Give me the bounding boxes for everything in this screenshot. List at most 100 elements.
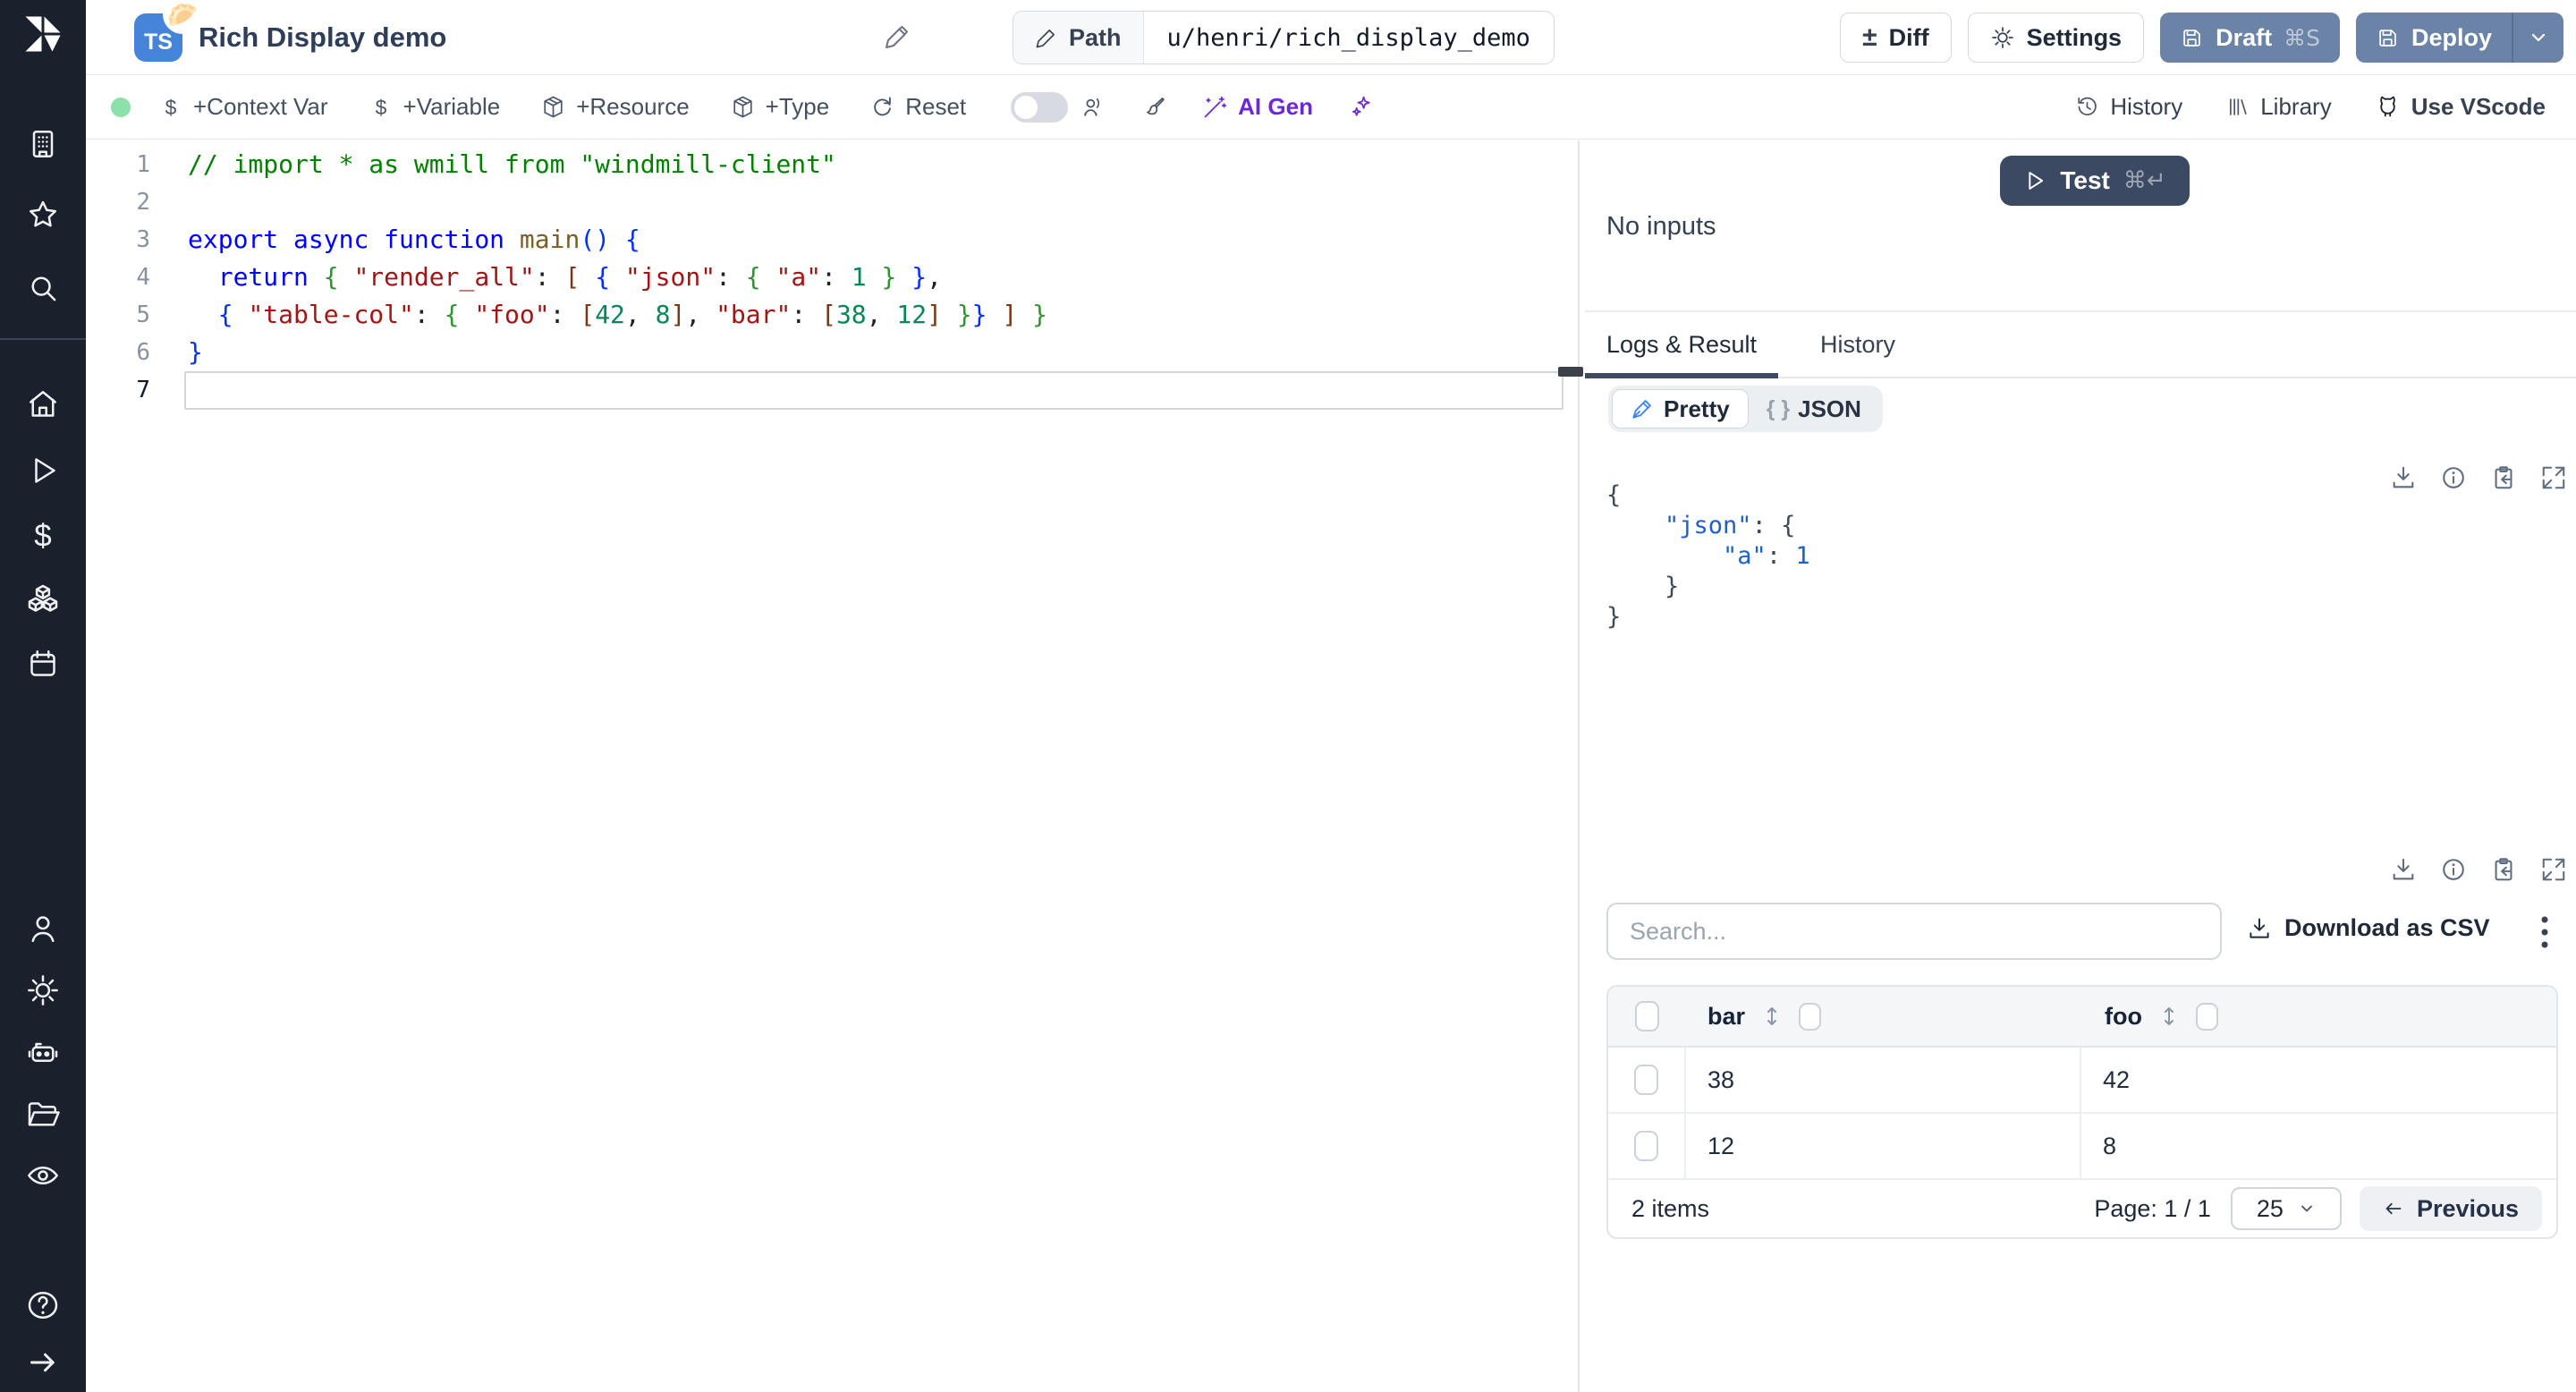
code-line: export async function main() {: [188, 225, 640, 254]
pen-tool-icon: [1632, 400, 1651, 419]
horizontal-pane-divider[interactable]: [1585, 310, 2576, 312]
person-broadcast-icon: [1084, 98, 1100, 116]
sort-updown-icon[interactable]: [2158, 1006, 2180, 1027]
path-value[interactable]: u/henri/rich_display_demo: [1144, 12, 1554, 64]
building-icon[interactable]: [25, 126, 61, 162]
left-sidebar: $: [0, 0, 86, 1392]
format-code-button[interactable]: [1141, 95, 1166, 120]
editor-toolbar: $ +Context Var $ +Variable +Resource +Ty…: [86, 75, 2576, 140]
play-icon: [2029, 172, 2044, 190]
workers-robot-icon[interactable]: [25, 1035, 61, 1071]
package-box-icon: [733, 96, 752, 118]
library-button[interactable]: Library: [2225, 93, 2332, 121]
row-checkbox[interactable]: [1634, 1065, 1658, 1095]
add-variable-button[interactable]: $ +Variable: [369, 93, 500, 121]
dollar-icon: $: [375, 96, 386, 119]
variables-dollar-icon[interactable]: $: [25, 517, 61, 554]
info-icon[interactable]: [2440, 464, 2467, 491]
edit-title-pencil-icon[interactable]: [882, 23, 911, 52]
pretty-view-button[interactable]: Pretty: [1612, 389, 1749, 429]
page-size-select[interactable]: 25: [2230, 1187, 2342, 1230]
column-header-bar[interactable]: bar: [1707, 1003, 1745, 1031]
audit-eye-icon[interactable]: [25, 1158, 61, 1193]
help-question-icon[interactable]: [25, 1287, 61, 1323]
reset-button[interactable]: Reset: [870, 93, 966, 121]
diff-mode-toggle[interactable]: [1011, 91, 1069, 123]
star-favorites-icon[interactable]: [25, 198, 61, 233]
select-all-checkbox[interactable]: [1635, 1001, 1659, 1031]
download-icon[interactable]: [2390, 856, 2417, 883]
result-view-toggle: Pretty { } JSON: [1608, 386, 1883, 432]
tab-history[interactable]: History: [1778, 314, 1937, 378]
expand-arrow-right-icon[interactable]: [25, 1345, 61, 1380]
search-input[interactable]: [1606, 903, 2222, 960]
add-type-button[interactable]: +Type: [731, 93, 829, 121]
deploy-dropdown-caret[interactable]: [2513, 13, 2563, 63]
search-icon[interactable]: [25, 270, 61, 306]
add-context-var-button[interactable]: $ +Context Var: [159, 93, 328, 121]
sidebar-divider: [0, 338, 86, 340]
ai-gen-button[interactable]: AI Gen: [1202, 93, 1313, 121]
result-tabs: Logs & Result History: [1585, 314, 2576, 378]
tab-logs-and-result[interactable]: Logs & Result: [1585, 314, 1778, 378]
deploy-main[interactable]: Deploy: [2356, 13, 2512, 63]
code-editor[interactable]: 1 2 3 4 5 6 7 // import * as wmill from "windm…: [86, 140, 1578, 1392]
settings-gear-icon[interactable]: [25, 972, 61, 1008]
use-vscode-button[interactable]: Use VScode: [2375, 93, 2546, 121]
copy-to-clipboard-icon[interactable]: [2490, 856, 2517, 883]
code-line: }: [188, 337, 203, 367]
diff-button[interactable]: ± Diff: [1840, 13, 1952, 63]
chevron-down-icon: [2531, 33, 2546, 42]
json-view-button[interactable]: { } JSON: [1749, 389, 1879, 429]
resources-cubes-icon[interactable]: [25, 581, 61, 617]
arrow-left-icon: [2385, 1202, 2402, 1215]
table-footer: 2 items Page: 1 / 1 25 Previous: [1608, 1180, 2556, 1237]
table-row: 12 8: [1608, 1114, 2556, 1180]
test-button[interactable]: Test ⌘↵: [2000, 156, 2190, 206]
column-header-foo[interactable]: foo: [2105, 1003, 2142, 1031]
settings-button[interactable]: Settings: [1967, 13, 2145, 63]
splitter-drag-handle[interactable]: [1558, 367, 1583, 377]
previous-page-button[interactable]: Previous: [2359, 1186, 2542, 1231]
svg-text:$: $: [34, 519, 51, 554]
test-shortcut: ⌘↵: [2123, 167, 2166, 194]
script-title: Rich Display demo: [199, 21, 447, 53]
code-line: // import * as wmill from "windmill-clie…: [188, 149, 836, 179]
path-button[interactable]: Path u/henri/rich_display_demo: [1013, 11, 1555, 64]
table-cell: 8: [2103, 1132, 2117, 1159]
ai-sparkles-button[interactable]: [1349, 95, 1374, 120]
status-green-dot: [111, 97, 131, 117]
line-number: 5: [136, 301, 150, 328]
column-toggle-checkbox[interactable]: [1799, 1002, 1822, 1031]
windmill-logo-icon[interactable]: [21, 13, 64, 55]
copy-to-clipboard-icon[interactable]: [2490, 464, 2517, 491]
folders-icon[interactable]: [25, 1097, 61, 1133]
schedules-calendar-icon[interactable]: [25, 646, 61, 682]
runs-play-icon[interactable]: [25, 453, 61, 488]
home-icon[interactable]: [25, 386, 61, 422]
deploy-button[interactable]: Deploy: [2355, 13, 2563, 63]
expand-icon[interactable]: [2540, 464, 2567, 491]
info-icon[interactable]: [2440, 856, 2467, 883]
svg-text:$: $: [165, 96, 177, 119]
table-toolbar: [2390, 856, 2567, 883]
download-icon: [2250, 918, 2269, 938]
history-button[interactable]: History: [2075, 93, 2182, 121]
column-toggle-checkbox[interactable]: [2195, 1002, 2218, 1031]
code-line: }: [1606, 573, 1680, 600]
draft-shortcut: ⌘S: [2284, 24, 2320, 51]
download-icon[interactable]: [2390, 464, 2417, 491]
sort-updown-icon[interactable]: [1761, 1006, 1783, 1027]
collaboration-mode-button[interactable]: [1080, 95, 1106, 120]
pane-splitter[interactable]: [1578, 140, 1580, 1392]
draft-button[interactable]: Draft ⌘S: [2160, 13, 2340, 63]
table-menu-kebab-icon[interactable]: [2538, 913, 2551, 951]
expand-icon[interactable]: [2540, 856, 2567, 883]
download-csv-button[interactable]: Download as CSV: [2247, 914, 2490, 942]
code-line: "json": {: [1665, 512, 1796, 539]
row-checkbox[interactable]: [1634, 1131, 1658, 1161]
add-resource-button[interactable]: +Resource: [541, 93, 690, 121]
plus-minus-icon: ±: [1862, 22, 1877, 52]
user-icon[interactable]: [25, 911, 61, 946]
